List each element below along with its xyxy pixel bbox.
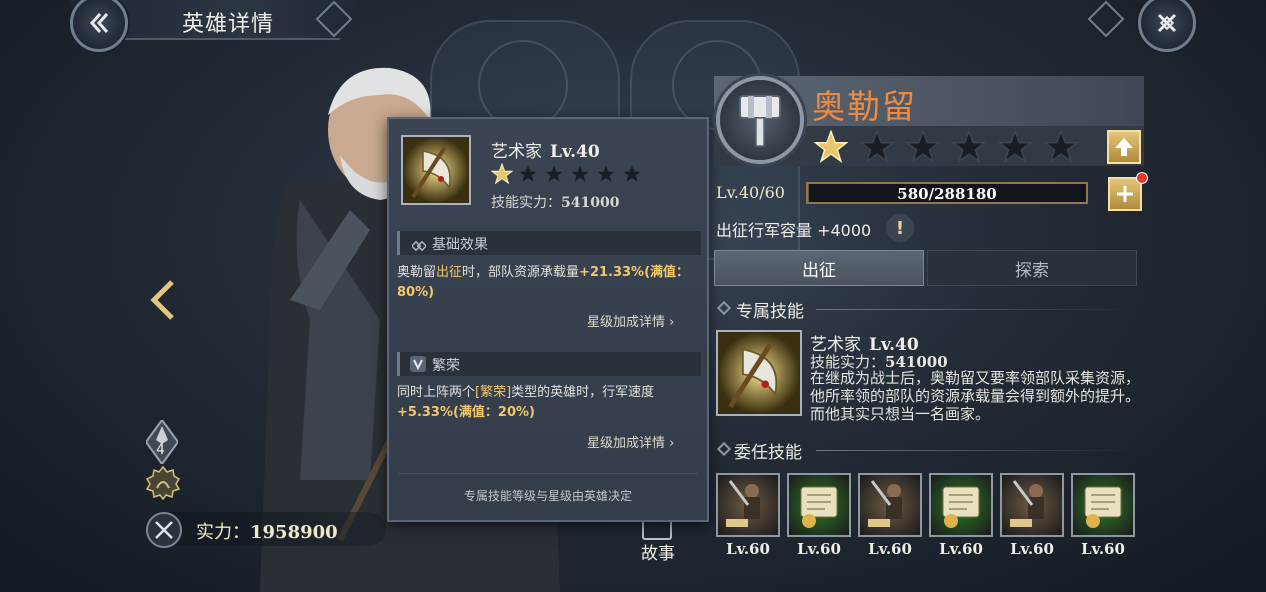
crossed-swords-icon [146,512,182,548]
exclusive-skill-icon[interactable] [716,330,802,416]
wood-scroll-icon[interactable] [787,473,851,537]
star-empty-icon [595,163,617,185]
popup-skill-power: 技能实力：541000 [491,195,620,211]
delegated-skill-level: Lv.60 [797,540,841,558]
star-bonus-detail-link[interactable]: 星级加成详情 › [587,311,674,330]
exp-text: 580/288180 [897,185,997,203]
close-button[interactable] [1138,0,1196,52]
star-empty-icon [569,163,591,185]
crest-icon[interactable] [146,466,180,500]
hero-name: 奥勒留 [812,87,917,126]
basic-effect-title: 基础效果 [432,237,488,253]
double-chevron-left-icon [89,13,109,33]
delegated-skill-level: Lv.60 [1081,540,1125,558]
exclusive-skill-heading: 专属技能 [736,302,804,322]
artist-skill-icon [401,135,471,205]
story-button-label[interactable]: 故事 [641,539,675,564]
popup-footer-note: 专属技能等级与星级由英雄决定 [463,489,632,503]
delegated-skill-level: Lv.60 [939,540,983,558]
delegated-skill-heading: 委任技能 [734,443,802,463]
star-empty-icon [860,130,894,163]
warhammer-icon [739,95,781,147]
march-capacity: 出征行军容量 +4000 [716,221,872,240]
arrow-up-icon [1115,138,1133,156]
section-divider [816,309,1136,310]
hero-power: 实力：1958900 [196,522,338,543]
chevron-right-icon: › [669,436,675,451]
exclusive-skill-description: 在继成为战士后，奥勒留又要率领部队采集资源，他所率领的部队的资源承载量会得到额外… [810,369,1141,423]
stone-worker-icon[interactable] [1000,473,1064,537]
delegated-skill-level: Lv.60 [1010,540,1054,558]
star-empty-icon [543,163,565,185]
close-icon [1157,13,1177,33]
star-bonus-detail-link[interactable]: 星级加成详情 › [587,432,674,451]
previous-hero-arrow[interactable] [148,278,178,322]
plus-icon [1117,186,1133,202]
popup-skill-name: 艺术家 Lv.40 [491,142,600,162]
section-diamond-icon [716,441,732,457]
wheat-worker-icon[interactable] [858,473,922,537]
notification-dot [1136,172,1148,184]
delegated-skill-level: Lv.60 [868,540,912,558]
chevron-right-icon: › [669,315,675,330]
back-button[interactable] [70,0,128,52]
diamond-ornament-icon [1087,0,1125,38]
popup-divider [399,473,697,474]
star-filled-icon [814,130,848,163]
basic-effect-text: 奥勒留出征时，部队资源承载量+21.33%(满值：80%) [397,265,690,300]
star-empty-icon [517,163,539,185]
prosper-header: 繁荣 [397,352,701,376]
section-diamond-icon [716,300,732,316]
hero-level: Lv.40/60 [716,183,785,202]
prosper-title: 繁荣 [432,358,460,374]
star-filled-icon [491,163,513,185]
star-empty-icon [621,163,643,185]
hero-star-rating [814,130,1078,164]
exp-bar: 580/288180 [806,182,1088,204]
star-empty-icon [1044,130,1078,163]
tab-explore[interactable]: 探索 [927,250,1137,286]
basic-effect-header: 基础效果 [397,231,701,255]
wheat-scroll-icon[interactable] [929,473,993,537]
coin-scroll-icon[interactable] [1071,473,1135,537]
wood-worker-icon[interactable] [716,473,780,537]
hero-class-emblem [716,76,804,164]
tab-march[interactable]: 出征 [714,250,924,286]
star-empty-icon [906,130,940,163]
diamond-link-icon [410,237,428,256]
star-empty-icon [952,130,986,163]
star-empty-icon [998,130,1032,163]
rank-number: 4 [156,442,165,458]
delegated-skill-level: Lv.60 [726,540,770,558]
popup-star-rating [491,163,643,185]
star-upgrade-button[interactable] [1107,130,1141,164]
section-divider [816,450,1136,451]
prosper-type-icon [408,354,428,378]
skill-detail-popup: 艺术家 Lv.40 技能实力：541000 基础效果 奥勒留出征时，部队资源承载量… [387,117,709,522]
info-exclamation-icon[interactable]: ! [886,214,914,242]
page-title: 英雄详情 [182,12,275,37]
prosper-effect-text: 同时上阵两个[繁荣]类型的英雄时，行军速度+5.33%(满值：20%) [397,385,655,420]
